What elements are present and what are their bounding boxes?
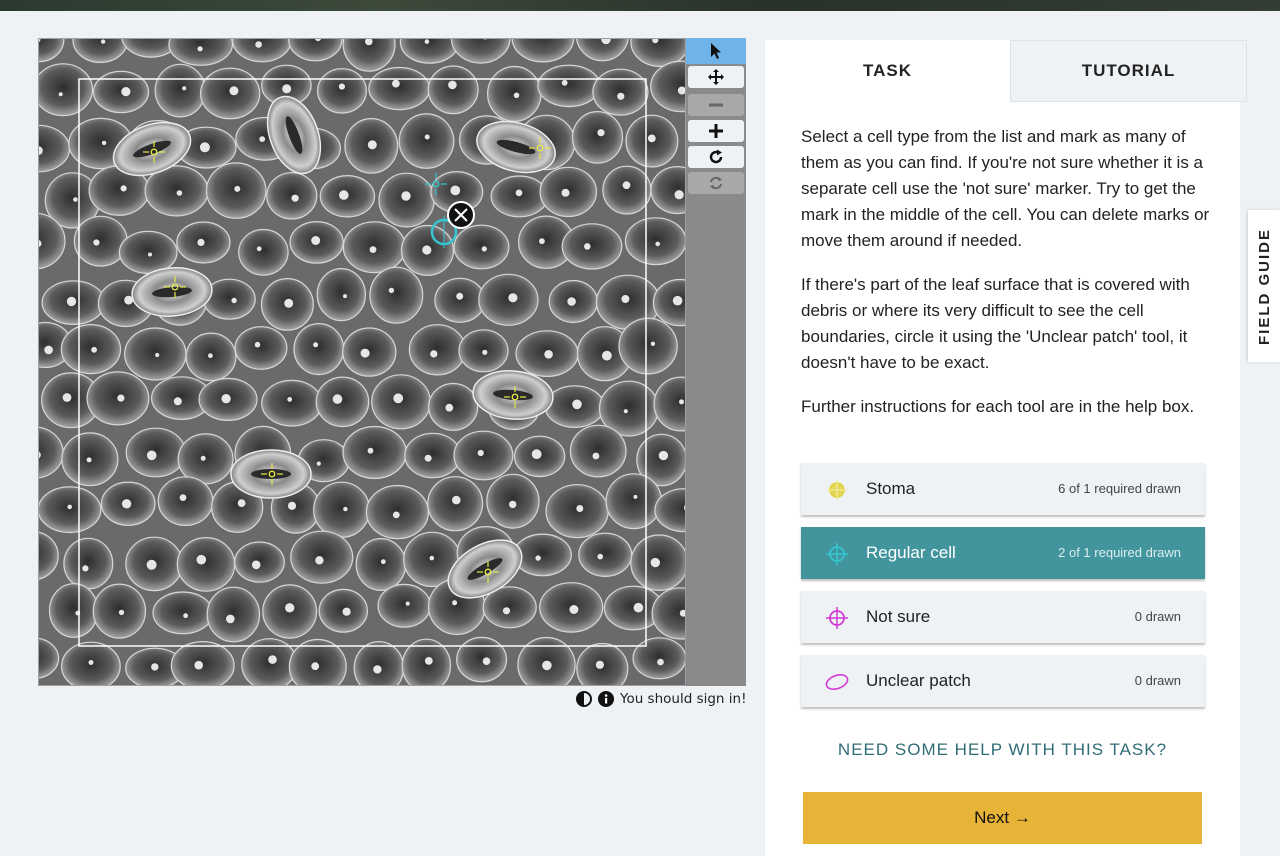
stoma-crosshair-icon (827, 480, 847, 500)
instruction-paragraph-3: Further instructions for each tool are i… (801, 397, 1195, 416)
tab-task[interactable]: TASK (765, 40, 1010, 102)
tool-stoma[interactable]: Stoma 6 of 1 required drawn (801, 463, 1205, 515)
field-guide-tab[interactable]: FIELD GUIDE (1248, 210, 1280, 362)
rotate-button[interactable] (688, 146, 744, 168)
tool-not-sure-label: Not sure (866, 607, 931, 626)
regular-cell-crosshair-icon (826, 543, 848, 565)
next-button[interactable]: Next → (803, 792, 1202, 844)
instruction-paragraph-2: If there's part of the leaf surface that… (801, 275, 1190, 372)
tool-regular-cell[interactable]: Regular cell 2 of 1 required drawn (801, 527, 1205, 579)
leaf-micrograph-image[interactable] (39, 39, 686, 686)
task-tabs: TASK TUTORIAL (765, 40, 1247, 102)
pointer-icon (711, 43, 721, 59)
info-icon[interactable] (598, 691, 614, 707)
tool-regular-cell-label: Regular cell (866, 543, 956, 562)
subject-meta-bar: You should sign in! (576, 690, 747, 708)
zoom-in-button[interactable] (688, 120, 744, 142)
tool-unclear-patch[interactable]: Unclear patch 0 drawn (801, 655, 1205, 707)
image-toolbar (686, 38, 746, 686)
move-icon (708, 69, 724, 85)
minus-icon (709, 103, 723, 107)
subject-image-viewer[interactable] (38, 38, 686, 686)
sign-in-notice[interactable]: You should sign in! (620, 691, 747, 707)
tool-stoma-count: 6 of 1 required drawn (1058, 481, 1181, 496)
ellipse-icon (825, 674, 849, 690)
plus-icon (709, 124, 723, 138)
pan-tool-button[interactable] (688, 66, 744, 88)
tool-unclear-patch-label: Unclear patch (866, 671, 971, 690)
zoom-out-button[interactable] (688, 94, 744, 116)
tool-not-sure-count: 0 drawn (1134, 609, 1181, 624)
tool-regular-cell-count: 2 of 1 required drawn (1058, 545, 1181, 560)
rotate-icon (709, 149, 723, 164)
tool-stoma-label: Stoma (866, 479, 916, 498)
top-banner-strip (0, 0, 1280, 11)
instruction-paragraph-1: Select a cell type from the list and mar… (801, 127, 1210, 250)
invert-icon[interactable] (576, 691, 592, 707)
reset-view-button[interactable] (688, 172, 744, 194)
tool-unclear-patch-count: 0 drawn (1134, 673, 1181, 688)
pointer-tool-button[interactable] (686, 38, 746, 64)
not-sure-crosshair-icon (826, 607, 848, 629)
reset-icon (710, 176, 722, 190)
tool-not-sure[interactable]: Not sure 0 drawn (801, 591, 1205, 643)
field-guide-label: FIELD GUIDE (1255, 227, 1273, 345)
task-help-link[interactable]: NEED SOME HELP WITH THIS TASK? (765, 740, 1240, 760)
delete-mark-icon[interactable] (447, 201, 475, 229)
tab-tutorial[interactable]: TUTORIAL (1010, 40, 1247, 102)
